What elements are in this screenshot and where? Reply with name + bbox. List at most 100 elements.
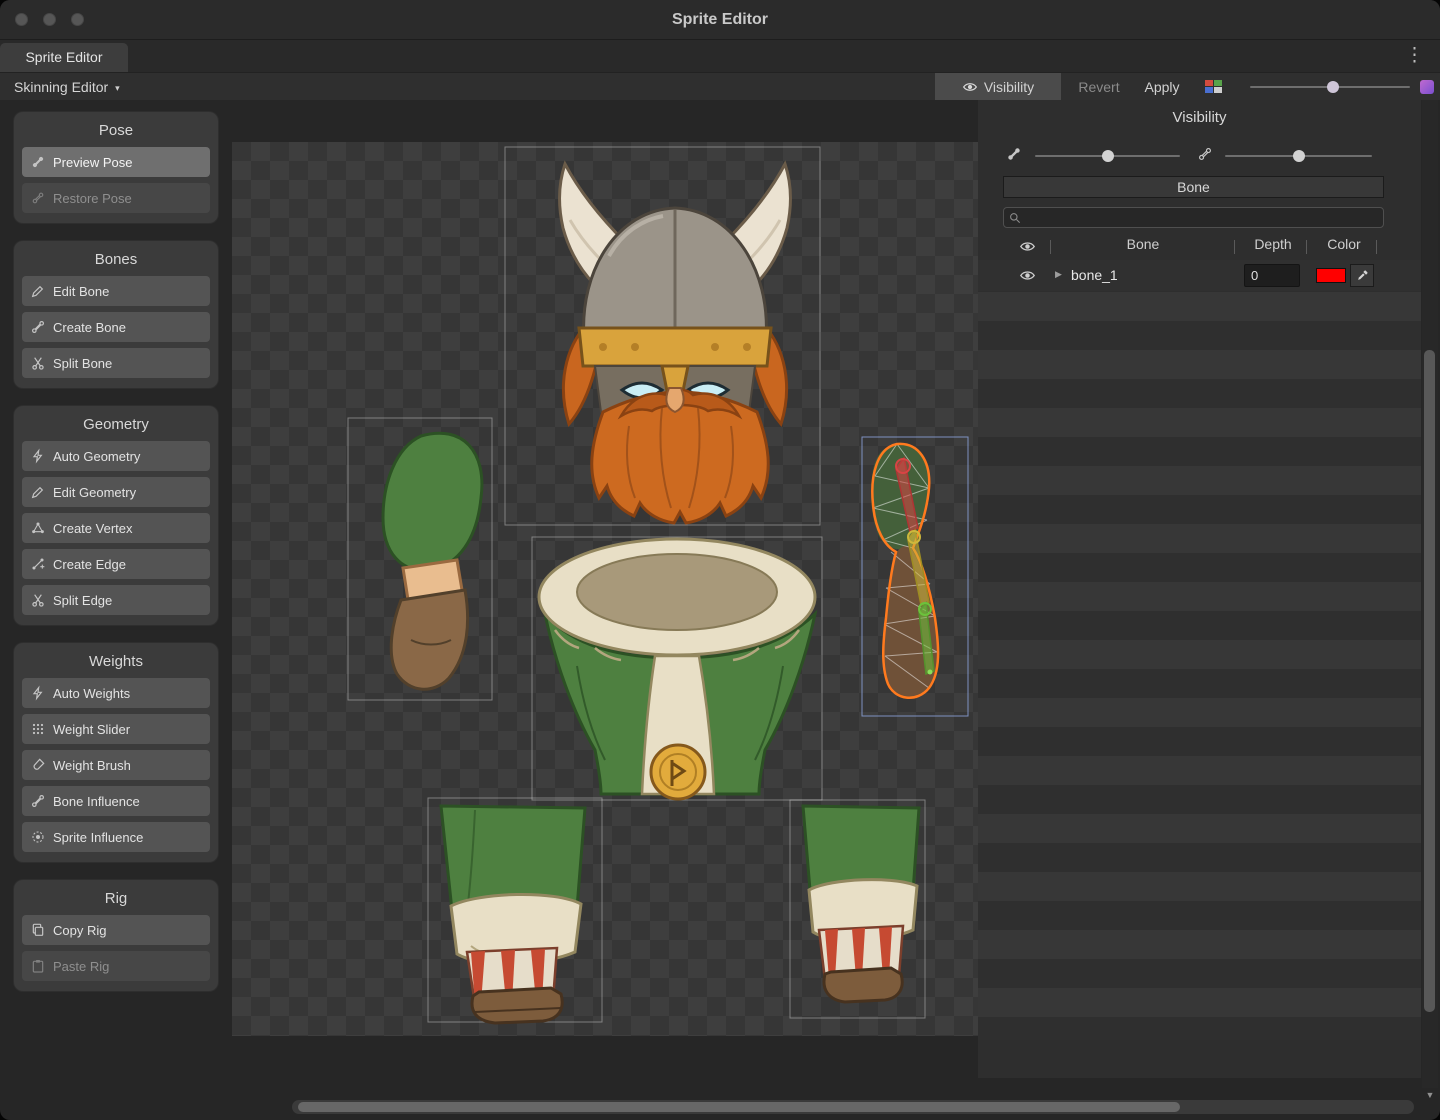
eye-icon bbox=[962, 79, 978, 95]
expand-arrow-icon[interactable]: ▶ bbox=[1055, 269, 1062, 280]
search-icon bbox=[1008, 211, 1022, 225]
button-label: Create Bone bbox=[53, 320, 126, 335]
auto-weights-button[interactable]: Auto Weights bbox=[22, 678, 210, 708]
visibility-button[interactable]: Visibility bbox=[935, 73, 1061, 101]
tab-bar: Sprite Editor ⋮ bbox=[0, 40, 1440, 72]
column-depth[interactable]: Depth bbox=[1240, 236, 1306, 252]
bone-tab-button[interactable]: Bone bbox=[1003, 176, 1384, 198]
scroll-down-arrow-icon[interactable]: ▼ bbox=[1423, 1090, 1437, 1100]
revert-button[interactable]: Revert bbox=[1064, 73, 1134, 101]
button-label: Split Edge bbox=[53, 593, 112, 608]
sprite-right-leg[interactable] bbox=[803, 806, 919, 1002]
sprite-viking-head[interactable] bbox=[559, 164, 790, 523]
bone-opacity-handle[interactable] bbox=[1102, 150, 1114, 162]
mode-dropdown-label: Skinning Editor bbox=[14, 79, 108, 95]
visibility-panel-title: Visibility bbox=[978, 109, 1421, 126]
lightning-icon bbox=[30, 448, 46, 464]
sprite-arm-mitten[interactable] bbox=[383, 433, 482, 689]
chevron-down-icon: ▾ bbox=[115, 81, 120, 94]
restore-pose-button[interactable]: Restore Pose bbox=[22, 183, 210, 213]
sprite-influence-button[interactable]: Sprite Influence bbox=[22, 822, 210, 852]
bone-icon bbox=[30, 319, 46, 335]
bone-color-swatch[interactable] bbox=[1316, 268, 1346, 283]
bone-icon bbox=[30, 154, 46, 170]
bone-search-input[interactable] bbox=[1026, 209, 1378, 226]
window-title: Sprite Editor bbox=[0, 0, 1440, 39]
panel-title-bones: Bones bbox=[22, 251, 210, 268]
create-edge-button[interactable]: Create Edge bbox=[22, 549, 210, 579]
horizontal-scrollbar[interactable] bbox=[292, 1100, 1414, 1114]
button-label: Auto Weights bbox=[53, 686, 130, 701]
title-bar: Sprite Editor bbox=[0, 0, 1440, 40]
panel-pose: Pose Preview Pose Restore Pose bbox=[14, 112, 218, 223]
eyedropper-button[interactable] bbox=[1350, 264, 1374, 287]
copy-rig-button[interactable]: Copy Rig bbox=[22, 915, 210, 945]
sprite-editor-window: Sprite Editor Sprite Editor ⋮ Skinning E… bbox=[0, 0, 1440, 1120]
panel-weights: Weights Auto Weights Weight Slider Weigh… bbox=[14, 643, 218, 862]
sprite-torso[interactable] bbox=[539, 539, 815, 799]
brush-icon bbox=[30, 757, 46, 773]
sprite-rigged-arm[interactable] bbox=[871, 444, 938, 698]
depth-input[interactable] bbox=[1244, 264, 1300, 287]
button-label: Edit Geometry bbox=[53, 485, 136, 500]
copy-icon bbox=[30, 922, 46, 938]
edit-bone-button[interactable]: Edit Bone bbox=[22, 276, 210, 306]
zoom-slider[interactable] bbox=[1250, 81, 1410, 93]
mesh-opacity-handle[interactable] bbox=[1293, 150, 1305, 162]
column-divider bbox=[1050, 240, 1051, 254]
button-label: Weight Slider bbox=[53, 722, 130, 737]
column-bone[interactable]: Bone bbox=[1078, 236, 1208, 252]
panel-rig: Rig Copy Rig Paste Rig bbox=[14, 880, 218, 991]
button-label: Sprite Influence bbox=[53, 830, 143, 845]
create-vertex-button[interactable]: Create Vertex bbox=[22, 513, 210, 543]
edit-geometry-button[interactable]: Edit Geometry bbox=[22, 477, 210, 507]
weight-slider-button[interactable]: Weight Slider bbox=[22, 714, 210, 744]
button-label: Create Edge bbox=[53, 557, 126, 572]
column-color[interactable]: Color bbox=[1312, 236, 1376, 252]
texture-icon[interactable] bbox=[1420, 80, 1434, 94]
apply-button[interactable]: Apply bbox=[1136, 73, 1188, 101]
weight-brush-button[interactable]: Weight Brush bbox=[22, 750, 210, 780]
bone-row[interactable]: ▶ bone_1 bbox=[978, 260, 1421, 291]
tab-sprite-editor[interactable]: Sprite Editor bbox=[0, 43, 128, 72]
apply-button-label: Apply bbox=[1144, 79, 1179, 95]
auto-geometry-button[interactable]: Auto Geometry bbox=[22, 441, 210, 471]
horizontal-scrollbar-thumb[interactable] bbox=[298, 1102, 1180, 1112]
edge-plus-icon bbox=[30, 556, 46, 572]
create-bone-button[interactable]: Create Bone bbox=[22, 312, 210, 342]
eyedropper-icon bbox=[1356, 269, 1369, 282]
vertical-scrollbar[interactable] bbox=[1422, 100, 1438, 1088]
bone-list-empty-rows bbox=[978, 292, 1421, 1040]
button-label: Copy Rig bbox=[53, 923, 106, 938]
vertical-scrollbar-thumb[interactable] bbox=[1424, 350, 1435, 1012]
paste-rig-button[interactable]: Paste Rig bbox=[22, 951, 210, 981]
bone-opacity-slider[interactable] bbox=[1035, 150, 1180, 162]
color-swatches-icon[interactable] bbox=[1205, 80, 1223, 94]
split-bone-button[interactable]: Split Bone bbox=[22, 348, 210, 378]
bone-name[interactable]: bone_1 bbox=[1071, 267, 1118, 283]
skinning-editor-dropdown[interactable]: Skinning Editor ▾ bbox=[8, 73, 126, 101]
scissors-icon bbox=[30, 592, 46, 608]
bone-icon bbox=[30, 793, 46, 809]
preview-pose-button[interactable]: Preview Pose bbox=[22, 147, 210, 177]
lightning-icon bbox=[30, 685, 46, 701]
button-label: Preview Pose bbox=[53, 155, 132, 170]
bone-influence-button[interactable]: Bone Influence bbox=[22, 786, 210, 816]
bone-outline-icon bbox=[30, 190, 46, 206]
dot-grid-icon bbox=[30, 721, 46, 737]
bone-search-field[interactable] bbox=[1003, 207, 1384, 228]
sprite-canvas[interactable] bbox=[225, 100, 978, 1120]
visibility-button-label: Visibility bbox=[984, 79, 1034, 95]
split-edge-button[interactable]: Split Edge bbox=[22, 585, 210, 615]
zoom-slider-handle[interactable] bbox=[1327, 81, 1339, 93]
vertex-triangle-icon bbox=[30, 520, 46, 536]
mesh-opacity-slider[interactable] bbox=[1225, 150, 1372, 162]
eye-icon[interactable] bbox=[1019, 267, 1036, 284]
button-label: Bone Influence bbox=[53, 794, 140, 809]
button-label: Split Bone bbox=[53, 356, 112, 371]
panel-title-rig: Rig bbox=[22, 890, 210, 907]
button-label: Edit Bone bbox=[53, 284, 109, 299]
more-options-icon[interactable]: ⋮ bbox=[1405, 43, 1424, 69]
sprite-left-leg[interactable] bbox=[441, 806, 585, 1023]
bone-outline-icon bbox=[1196, 145, 1214, 163]
